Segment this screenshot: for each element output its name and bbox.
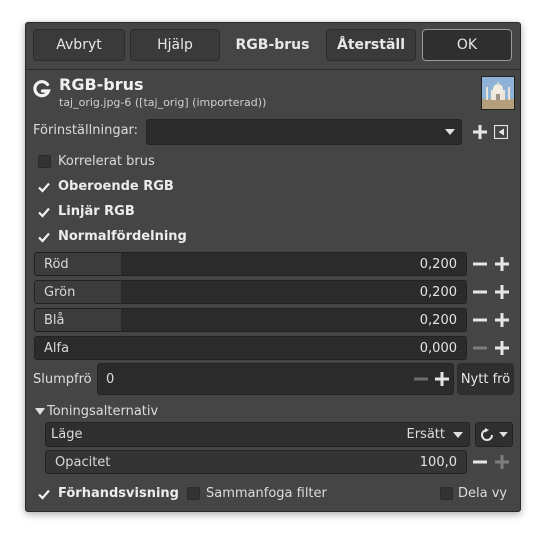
cancel-button[interactable]: Avbryt [33, 29, 125, 61]
green-increase-button[interactable] [492, 282, 512, 302]
blue-slider-label: Blå [44, 313, 65, 328]
blue-slider-value: 0,200 [419, 313, 457, 328]
chevron-down-icon [453, 432, 463, 438]
preset-menu-icon[interactable] [494, 125, 508, 139]
merge-filter-label: Sammanfoga filter [206, 486, 327, 501]
reset-button[interactable]: Återställ [326, 29, 416, 61]
alpha-slider-value: 0,000 [419, 341, 457, 356]
seed-value: 0 [106, 372, 115, 387]
red-slider-label: Röd [44, 257, 69, 272]
help-button[interactable]: Hjälp [130, 29, 220, 61]
filter-title: RGB-brus [59, 75, 144, 94]
linear-rgb-label: Linjär RGB [58, 204, 135, 219]
chevron-down-icon [499, 432, 508, 438]
split-view-label: Dela vy [458, 486, 508, 501]
preview-checkbox[interactable] [37, 487, 51, 501]
dialog-title-label: RGB-brus [235, 37, 310, 53]
linear-rgb-checkbox[interactable] [37, 205, 51, 219]
red-decrease-button[interactable] [470, 254, 490, 274]
blue-slider[interactable]: Blå 0,200 [34, 308, 467, 332]
opacity-slider[interactable]: Opacitet 100,0 [45, 450, 467, 474]
blend-mode-label: Läge [51, 427, 83, 442]
seed-input[interactable]: 0 [97, 363, 454, 395]
opacity-decrease-button[interactable] [470, 452, 490, 472]
new-seed-button[interactable]: Nytt frö [457, 363, 514, 395]
dialog-button-bar: Avbryt Hjälp RGB-brus Återställ OK [26, 23, 520, 69]
opacity-increase-button[interactable] [492, 452, 512, 472]
alpha-slider[interactable]: Alfa 0,000 [34, 336, 467, 360]
red-increase-button[interactable] [492, 254, 512, 274]
opacity-slider-value: 100,0 [419, 455, 457, 470]
green-slider-value: 0,200 [419, 285, 457, 300]
green-slider[interactable]: Grön 0,200 [34, 280, 467, 304]
correlated-noise-label: Korrelerat brus [58, 154, 155, 169]
gegl-icon [33, 80, 51, 98]
independent-rgb-checkbox[interactable] [37, 180, 51, 194]
ok-button[interactable]: OK [422, 29, 512, 61]
preview-label: Förhandsvisning [58, 486, 179, 501]
green-slider-label: Grön [44, 285, 76, 300]
composite-mode-button[interactable] [475, 422, 513, 447]
split-view-checkbox[interactable] [440, 487, 453, 500]
blending-options-expander[interactable]: Toningsalternativ [47, 404, 158, 419]
presets-label: Förinställningar: [33, 123, 139, 138]
seed-decrease-button[interactable] [411, 369, 431, 389]
expander-down-icon[interactable] [35, 408, 45, 416]
presets-combo[interactable] [146, 119, 462, 145]
chevron-down-icon [445, 129, 455, 135]
alpha-slider-label: Alfa [44, 341, 70, 356]
blend-mode-combo[interactable]: Läge Ersätt [45, 422, 470, 447]
alpha-decrease-button[interactable] [470, 338, 490, 358]
blue-decrease-button[interactable] [470, 310, 490, 330]
add-preset-icon[interactable] [473, 125, 487, 139]
red-slider[interactable]: Röd 0,200 [34, 252, 467, 276]
opacity-slider-label: Opacitet [55, 455, 111, 470]
green-decrease-button[interactable] [470, 282, 490, 302]
alpha-increase-button[interactable] [492, 338, 512, 358]
seed-label: Slumpfrö [33, 372, 92, 387]
image-subtitle: taj_orig.jpg-6 ([taj_orig] (importerad)) [59, 96, 267, 109]
red-slider-value: 0,200 [419, 257, 457, 272]
seed-increase-button[interactable] [432, 369, 452, 389]
alpha-slider-fill [35, 337, 36, 359]
merge-filter-checkbox[interactable] [187, 487, 200, 500]
image-thumbnail [481, 76, 515, 110]
gaussian-label: Normalfördelning [58, 229, 187, 244]
blend-mode-value: Ersätt [406, 427, 446, 442]
button-bar-separator [26, 69, 520, 70]
blue-increase-button[interactable] [492, 310, 512, 330]
composite-mode-icon [481, 428, 493, 441]
independent-rgb-label: Oberoende RGB [58, 179, 174, 194]
rgb-noise-dialog: Avbryt Hjälp RGB-brus Återställ OK RGB-b… [25, 22, 521, 512]
correlated-noise-checkbox[interactable] [38, 155, 51, 168]
gaussian-checkbox[interactable] [37, 230, 51, 244]
